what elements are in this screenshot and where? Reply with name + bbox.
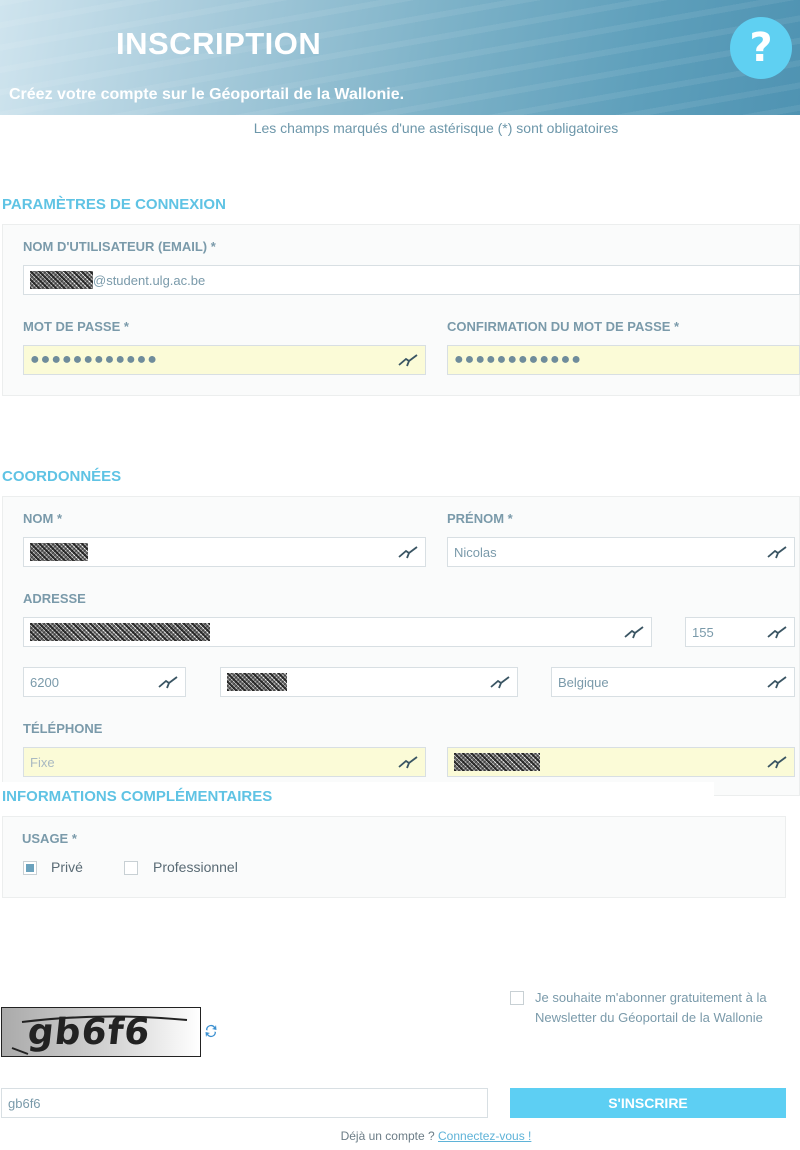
autofill-key-icon[interactable] <box>489 674 511 690</box>
autofill-key-icon[interactable] <box>397 544 419 560</box>
refresh-icon[interactable] <box>203 1023 219 1039</box>
country-field[interactable]: Belgique <box>551 667 795 697</box>
captcha-text: gb6f6 <box>25 1012 153 1053</box>
redacted-block <box>30 623 210 641</box>
postal-code-field[interactable]: 6200 <box>23 667 186 697</box>
street-field[interactable] <box>23 617 652 647</box>
help-button[interactable]: ? <box>730 17 792 79</box>
prenom-label: PRÉNOM * <box>447 511 513 526</box>
login-link[interactable]: Connectez-vous ! <box>438 1129 531 1143</box>
email-value: @student.ulg.ac.be <box>93 272 206 288</box>
autofill-key-icon[interactable] <box>397 352 419 368</box>
usage-prive-checkbox[interactable] <box>23 861 37 875</box>
newsletter-checkbox[interactable] <box>510 991 524 1005</box>
redacted-block <box>227 673 287 691</box>
page-subtitle: Créez votre compte sur le Géoportail de … <box>9 86 405 103</box>
autofill-key-icon[interactable] <box>766 674 788 690</box>
email-label: NOM D'UTILISATEUR (EMAIL) * <box>23 239 216 254</box>
required-note: Les champs marqués d'une astérisque (*) … <box>253 120 619 136</box>
house-number-field[interactable]: 155 <box>685 617 795 647</box>
adresse-label: ADRESSE <box>23 591 86 606</box>
submit-button[interactable]: S'INSCRIRE <box>510 1088 786 1118</box>
autofill-key-icon[interactable] <box>157 674 179 690</box>
password-value: ●●●●●●●●●●●● <box>30 351 158 368</box>
confirm-password-field[interactable]: ●●●●●●●●●●●● <box>447 345 800 375</box>
autofill-key-icon[interactable] <box>766 754 788 770</box>
captcha-input[interactable]: gb6f6 <box>1 1088 488 1118</box>
autofill-key-icon[interactable] <box>623 624 645 640</box>
nom-label: NOM * <box>23 511 62 526</box>
nom-field[interactable] <box>23 537 426 567</box>
captcha-input-value: gb6f6 <box>8 1095 41 1111</box>
usage-label: USAGE * <box>22 831 77 846</box>
password-label: MOT DE PASSE * <box>23 319 129 334</box>
city-field[interactable] <box>220 667 518 697</box>
infos-panel <box>2 816 786 898</box>
autofill-key-icon[interactable] <box>766 624 788 640</box>
postal-code-value: 6200 <box>30 674 59 690</box>
prenom-value: Nicolas <box>454 544 497 560</box>
section-title-infos: INFORMATIONS COMPLÉMENTAIRES <box>2 788 273 805</box>
telephone-label: TÉLÉPHONE <box>23 721 103 736</box>
autofill-key-icon[interactable] <box>766 544 788 560</box>
redacted-block <box>454 753 540 771</box>
login-prompt: Déjà un compte ? Connectez-vous ! <box>0 1129 800 1143</box>
confirm-password-value: ●●●●●●●●●●●● <box>454 351 582 368</box>
login-prompt-text: Déjà un compte ? <box>340 1129 435 1143</box>
newsletter-label[interactable]: Je souhaite m'abonner gratuitement à la … <box>535 988 790 1028</box>
email-field[interactable]: @student.ulg.ac.be <box>23 265 800 295</box>
redacted-block <box>30 271 93 289</box>
page-title: INSCRIPTION <box>116 26 322 61</box>
usage-prive-label[interactable]: Privé <box>51 859 83 875</box>
section-title-connexion: PARAMÈTRES DE CONNEXION <box>2 196 226 213</box>
phone-fixe-placeholder: Fixe <box>30 754 55 770</box>
phone-mobile-field[interactable] <box>447 747 795 777</box>
redacted-block <box>30 543 88 561</box>
usage-professionnel-checkbox[interactable] <box>124 861 138 875</box>
country-value: Belgique <box>558 674 609 690</box>
autofill-key-icon[interactable] <box>397 754 419 770</box>
captcha-image: gb6f6 <box>1 1007 201 1057</box>
section-title-coordonnees: COORDONNÉES <box>2 468 122 485</box>
prenom-field[interactable]: Nicolas <box>447 537 795 567</box>
confirm-password-label: CONFIRMATION DU MOT DE PASSE * <box>447 319 680 334</box>
page-header: INSCRIPTION Créez votre compte sur le Gé… <box>0 0 800 115</box>
phone-fixe-field[interactable]: Fixe <box>23 747 426 777</box>
usage-professionnel-label[interactable]: Professionnel <box>153 859 238 875</box>
house-number-value: 155 <box>692 624 714 640</box>
password-field[interactable]: ●●●●●●●●●●●● <box>23 345 426 375</box>
